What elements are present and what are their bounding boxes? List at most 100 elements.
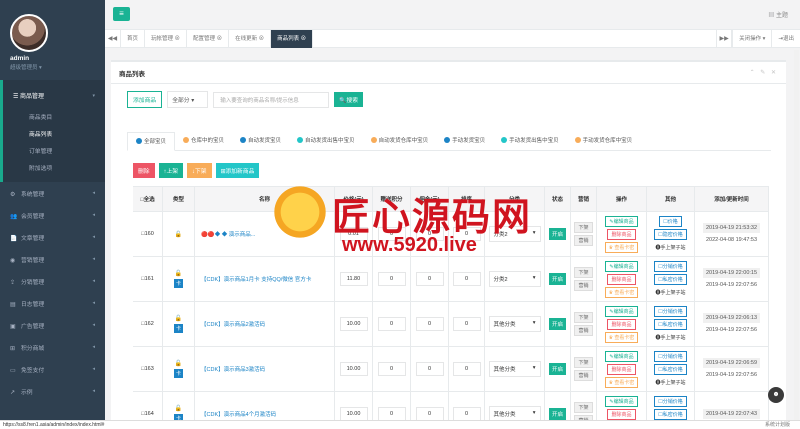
delete-product-button[interactable]: 删除商品 — [607, 408, 636, 420]
sidebar-item[interactable]: ⚙ 系统管理 ◂ — [0, 182, 105, 204]
commission-input[interactable]: 0 — [415, 317, 444, 331]
category-tab[interactable]: 全部宝贝 — [127, 132, 176, 151]
dist-price-button[interactable]: ☐价格 — [659, 215, 682, 227]
bulk-action-button[interactable]: ↓下架 — [187, 163, 212, 178]
category-tab[interactable]: 自动发货宝贝 — [232, 132, 289, 151]
exit-button[interactable]: ⇥退出 — [771, 29, 800, 48]
tab-item[interactable]: 商品列表 ⊗ — [271, 29, 314, 48]
edit-product-button[interactable]: ✎编辑商品 — [605, 260, 638, 272]
offshelf-button[interactable]: 下架 — [574, 222, 593, 233]
category-select[interactable]: 其他分类 ▾ — [488, 361, 541, 377]
category-filter-select[interactable]: 全部分 ▾ — [167, 91, 209, 108]
dist-price-button[interactable]: ☐分销价格 — [654, 395, 687, 407]
edit-product-button[interactable]: ✎编辑商品 — [605, 305, 638, 317]
sidebar-item[interactable]: ⇪ 分销管理 ◂ — [0, 270, 105, 292]
panel-tools[interactable]: ⌃ ✎ ✕ — [750, 69, 778, 76]
commission-input[interactable]: 0 — [415, 272, 444, 286]
view-cards-button[interactable]: ♛ 查看卡密 — [604, 331, 639, 343]
points-input[interactable]: 0 — [377, 272, 406, 286]
category-tab[interactable]: 手动发货出售中宝贝 — [493, 132, 567, 151]
sidebar-subitem[interactable]: 商品类目 — [3, 108, 105, 125]
tab-item[interactable]: 在线更新 ⊗ — [229, 29, 272, 48]
commission-input[interactable]: 0 — [415, 407, 444, 421]
row-checkbox[interactable]: □161 — [141, 276, 154, 282]
user-name[interactable]: admin — [10, 55, 105, 62]
theme-button[interactable]: ▤ 主题 — [768, 10, 788, 19]
scrollbar[interactable] — [794, 50, 799, 420]
offshelf-button[interactable]: 下架 — [574, 402, 593, 413]
sidebar-item[interactable]: ↗ 示例 ◂ — [0, 380, 105, 402]
sort-input[interactable]: 0 — [452, 272, 481, 286]
menu-toggle-button[interactable]: ≡ — [113, 7, 130, 21]
status-badge[interactable]: 开启 — [548, 408, 566, 420]
product-name[interactable]: 【CDK】演示商品3激活码 — [201, 365, 265, 373]
marketing-button[interactable]: 营销 — [574, 235, 593, 246]
sort-input[interactable]: 0 — [452, 362, 481, 376]
dist-price-button[interactable]: ☐分销价格 — [654, 350, 687, 362]
private-price-button[interactable]: ☐私密价格 — [654, 273, 687, 285]
price-input[interactable]: 10.00 — [339, 362, 368, 376]
sidebar-item[interactable]: ▭ 免签支付 ◂ — [0, 358, 105, 380]
bulk-action-button[interactable]: ⊞添加新商品 — [215, 163, 260, 178]
add-product-button[interactable]: 添加商品 — [127, 91, 163, 108]
user-role[interactable]: 超级管理员 ▾ — [10, 63, 105, 71]
product-name[interactable]: 🔴🔴◆ ◆ 演示商品... — [201, 230, 255, 238]
tab-item[interactable]: 玩帐管理 ⊗ — [145, 29, 188, 48]
offshelf-button[interactable]: 下架 — [574, 312, 593, 323]
sidebar-item[interactable]: ⊞ 积分商城 ◂ — [0, 336, 105, 358]
commission-input[interactable]: 0 — [415, 362, 444, 376]
substation-button[interactable]: ⓿手上架子站 — [651, 376, 690, 388]
status-badge[interactable]: 开启 — [548, 318, 566, 330]
chat-float-button[interactable]: ☻ — [768, 387, 784, 403]
sort-input[interactable]: 0 — [452, 227, 481, 241]
view-cards-button[interactable]: ♛ 查看卡密 — [604, 286, 639, 298]
product-name[interactable]: 【CDK】演示商品4个月激活码 — [201, 410, 276, 418]
delete-product-button[interactable]: 删除商品 — [607, 228, 636, 240]
points-input[interactable]: 0 — [377, 317, 406, 331]
bulk-action-button[interactable]: ↑上架 — [158, 163, 184, 178]
sort-input[interactable]: 0 — [452, 407, 481, 421]
category-select[interactable]: 其他分类 ▾ — [488, 316, 541, 332]
dist-price-button[interactable]: ☐分销价格 — [654, 305, 687, 317]
search-button[interactable]: 🔍搜索 — [334, 92, 364, 107]
view-cards-button[interactable]: ♛ 查看卡密 — [604, 241, 639, 253]
menu-head-products[interactable]: ☰ 商品管理 ▾ — [3, 83, 105, 108]
category-tab[interactable]: 自动发货仓库中宝贝 — [363, 132, 437, 151]
sidebar-item[interactable]: ▣ 广告管理 ◂ — [0, 314, 105, 336]
category-select[interactable]: 分类2 ▾ — [488, 271, 541, 287]
table-header-cell[interactable]: □全选 — [133, 187, 163, 211]
category-tab[interactable]: 仓库中的宝贝 — [175, 132, 232, 151]
tabs-next-icon[interactable]: ▶▶ — [716, 29, 733, 48]
status-badge[interactable]: 开启 — [548, 363, 566, 375]
substation-button[interactable]: ⓿手上架子站 — [651, 241, 690, 253]
view-cards-button[interactable]: ♛ 查看卡密 — [604, 376, 639, 388]
sidebar-subitem[interactable]: 附加选项 — [3, 159, 105, 176]
product-name[interactable]: 【CDK】演示商品2激活码 — [201, 320, 265, 328]
delete-product-button[interactable]: 删除商品 — [607, 363, 636, 375]
sidebar-subitem[interactable]: 商品列表 — [3, 125, 105, 142]
search-input[interactable]: 输入要查询的商品名称/提示信息 — [213, 91, 330, 108]
sidebar-item[interactable]: ▤ 日志管理 ◂ — [0, 292, 105, 314]
substation-button[interactable]: ⓿手上架子站 — [651, 286, 690, 298]
price-input[interactable]: 10.00 — [339, 317, 368, 331]
category-tab[interactable]: 自动发货出售中宝贝 — [289, 132, 363, 151]
marketing-button[interactable]: 营销 — [574, 280, 593, 291]
private-price-button[interactable]: ☐私密价格 — [654, 318, 687, 330]
row-checkbox[interactable]: □162 — [141, 321, 154, 327]
delete-product-button[interactable]: 删除商品 — [607, 273, 636, 285]
sort-input[interactable]: 0 — [452, 317, 481, 331]
price-input[interactable]: 0.01 — [339, 227, 368, 241]
tab-item[interactable]: 配置管理 ⊗ — [187, 29, 230, 48]
product-name[interactable]: 【CDK】演示商品1月卡 支持QQ/微信 官方卡 — [201, 275, 311, 283]
price-input[interactable]: 11.80 — [339, 272, 368, 286]
bulk-action-button[interactable]: 删除 — [133, 163, 155, 178]
avatar[interactable] — [10, 14, 48, 52]
row-checkbox[interactable]: □160 — [141, 231, 154, 237]
status-badge[interactable]: 开启 — [548, 228, 566, 240]
marketing-button[interactable]: 营销 — [574, 370, 593, 381]
delete-product-button[interactable]: 删除商品 — [607, 318, 636, 330]
row-checkbox[interactable]: □164 — [141, 411, 154, 417]
offshelf-button[interactable]: 下架 — [574, 357, 593, 368]
points-input[interactable]: 0 — [377, 227, 406, 241]
commission-input[interactable]: 0 — [415, 227, 444, 241]
